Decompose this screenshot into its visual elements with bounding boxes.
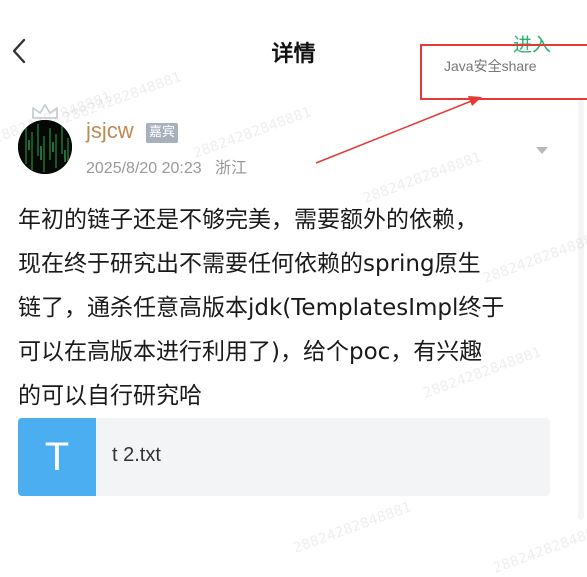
more-dropdown-icon xyxy=(536,147,548,154)
post-meta: 2025/8/20 20:23 浙江 xyxy=(86,154,247,178)
post-content: 年初的链子还是不够完美，需要额外的依赖， 现在终于研究出不需要任何依赖的spri… xyxy=(18,198,578,418)
text-file-icon: T xyxy=(18,418,96,496)
username[interactable]: jsjcw xyxy=(86,118,134,144)
post-content-line: 的可以自行研究哈 xyxy=(18,383,202,409)
avatar[interactable] xyxy=(18,120,72,174)
post-content-line: 可以在高版本进行利用了)，给个poc，有兴趣 xyxy=(18,339,483,365)
post-content-line: 现在终于研究出不需要任何依赖的spring原生 xyxy=(18,251,481,277)
post-timestamp: 2025/8/20 20:23 xyxy=(86,160,202,177)
file-name: t 2.txt xyxy=(112,444,161,466)
post-content-line: 链了，通杀任意高版本jdk(TemplatesImpl终于 xyxy=(18,295,505,321)
crown-icon xyxy=(32,104,58,119)
avatar-wrap[interactable] xyxy=(18,104,72,174)
guest-badge: 嘉宾 xyxy=(146,123,179,143)
post-location: 浙江 xyxy=(215,160,248,177)
more-options-button[interactable] xyxy=(535,140,549,159)
file-attachment[interactable]: T t 2.txt xyxy=(18,418,550,496)
post-content-line: 年初的链子还是不够完美，需要额外的依赖， xyxy=(18,207,478,233)
